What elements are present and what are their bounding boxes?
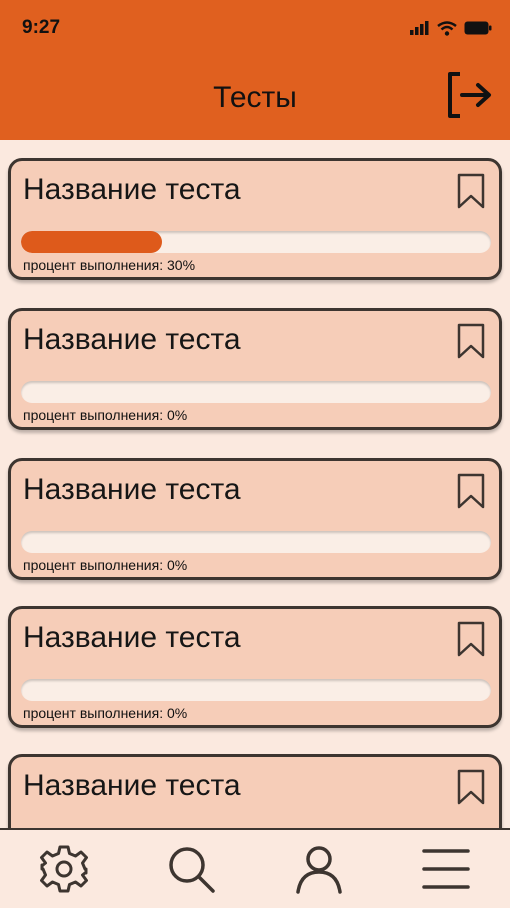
battery-icon — [464, 21, 492, 35]
bookmark-icon[interactable] — [457, 621, 485, 657]
search-icon — [169, 847, 215, 893]
test-card[interactable]: Название теста процент выполнения: 0% — [8, 458, 502, 580]
test-list[interactable]: Название теста процент выполнения: 30% Н… — [0, 140, 510, 828]
progress-bar — [21, 231, 491, 253]
wifi-icon — [437, 20, 457, 36]
status-time: 9:27 — [22, 17, 61, 38]
nav-search[interactable] — [161, 839, 221, 899]
menu-icon — [422, 849, 470, 889]
test-title: Название теста — [23, 473, 241, 506]
nav-menu[interactable] — [416, 839, 476, 899]
progress-label: процент выполнения: 0% — [23, 557, 188, 573]
bookmark-icon[interactable] — [457, 323, 485, 359]
test-title: Название теста — [23, 621, 241, 654]
nav-profile[interactable] — [289, 839, 349, 899]
test-card[interactable]: Название теста процент выполнения: 30% — [8, 158, 502, 280]
progress-label: процент выполнения: 30% — [23, 257, 196, 273]
nav-settings[interactable] — [34, 839, 94, 899]
bookmark-icon[interactable] — [457, 173, 485, 209]
test-title: Название теста — [23, 323, 241, 356]
progress-label: процент выполнения: 0% — [23, 407, 188, 423]
profile-icon — [296, 846, 342, 894]
bottom-nav — [0, 828, 510, 908]
bookmark-icon[interactable] — [457, 473, 485, 509]
progress-bar — [21, 381, 491, 403]
status-icons — [410, 20, 492, 36]
progress-bar — [21, 679, 491, 701]
bookmark-icon[interactable] — [457, 769, 485, 805]
test-card[interactable]: Название теста процент выполнения: 0% — [8, 606, 502, 728]
signal-icon — [410, 21, 429, 35]
status-bar: 9:27 — [0, 0, 510, 56]
progress-label: процент выполнения: 0% — [23, 705, 188, 721]
page-title: Тесты — [213, 81, 297, 114]
progress-bar — [21, 531, 491, 553]
settings-icon — [39, 845, 88, 893]
logout-icon — [448, 72, 491, 118]
logout-button[interactable] — [442, 68, 496, 122]
test-card[interactable]: Название теста процент выполнения: 0% — [8, 308, 502, 430]
app-header: Тесты — [0, 56, 510, 140]
test-title: Название теста — [23, 769, 241, 802]
test-title: Название теста — [23, 173, 241, 206]
progress-fill — [21, 231, 162, 253]
test-card[interactable]: Название теста — [8, 754, 502, 828]
